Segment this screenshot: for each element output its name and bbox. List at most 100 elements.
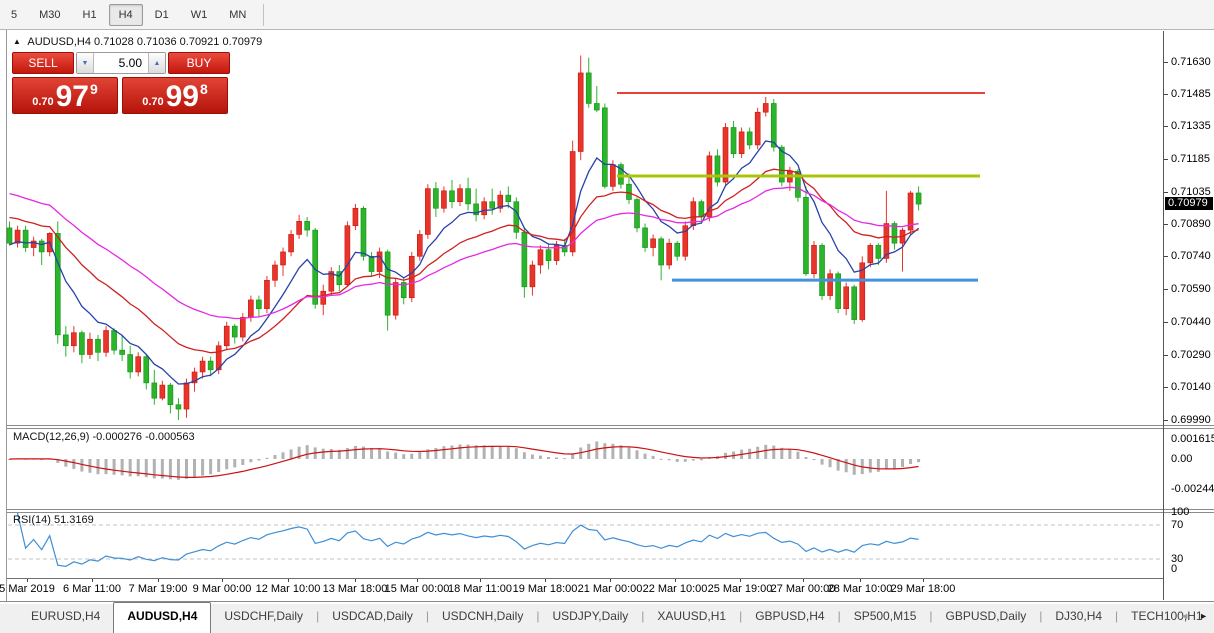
price-axis-label: 0.71035 — [1171, 186, 1211, 198]
timeframe-button-h4[interactable]: H4 — [109, 4, 143, 26]
price-axis-label: 0.70590 — [1171, 283, 1211, 295]
volume-input[interactable]: 5.00 — [94, 53, 148, 73]
time-tick — [545, 579, 546, 582]
axis-tick — [1164, 159, 1168, 160]
pane-separator[interactable] — [7, 425, 1214, 426]
price-axis-label: 0.71485 — [1171, 88, 1211, 100]
macd-axis-label: 0.00 — [1171, 453, 1192, 465]
symbol-tab-usdcaddaily[interactable]: USDCAD,Daily — [319, 604, 426, 633]
axis-tick — [1164, 355, 1168, 356]
timeframe-toolbar: 5M30H1H4D1W1MN — [0, 0, 1214, 30]
axis-tick — [1164, 62, 1168, 63]
rsi-axis-label: 100 — [1171, 506, 1189, 518]
current-price-marker: 0.70979 — [1165, 197, 1213, 210]
axis-tick — [1164, 420, 1168, 421]
time-axis-label: 28 Mar 10:00 — [828, 583, 893, 595]
symbol-tab-gbpusddaily[interactable]: GBPUSD,Daily — [933, 604, 1040, 633]
symbol-tab-usdcnhdaily[interactable]: USDCNH,Daily — [429, 604, 536, 633]
macd-axis-label: -0.002443 — [1171, 483, 1214, 495]
time-tick — [27, 579, 28, 582]
symbol-tab-sp500m15[interactable]: SP500,M15 — [841, 604, 930, 633]
price-axis[interactable]: 0.70979 0.716300.714850.713350.711850.71… — [1164, 31, 1214, 600]
collapse-triangle-icon[interactable]: ▲ — [13, 37, 21, 46]
time-axis-label: 19 Mar 18:00 — [513, 583, 578, 595]
price-axis-label: 0.70890 — [1171, 218, 1211, 230]
buy-price-main: 99 — [166, 82, 199, 112]
price-axis-label: 0.69990 — [1171, 414, 1211, 426]
price-axis-label: 0.71335 — [1171, 120, 1211, 132]
time-axis-label: 25 Mar 19:00 — [708, 583, 773, 595]
timeframe-button-5[interactable]: 5 — [1, 4, 27, 26]
volume-spinner: ▼ 5.00 ▲ — [76, 52, 166, 74]
time-axis-label: 6 Mar 11:00 — [63, 583, 121, 595]
time-tick — [222, 579, 223, 582]
buy-price-display[interactable]: 0.70 99 8 — [122, 77, 228, 114]
time-axis[interactable]: 5 Mar 20196 Mar 11:007 Mar 19:009 Mar 00… — [7, 578, 1163, 601]
timeframe-button-m30[interactable]: M30 — [29, 4, 70, 26]
price-axis-label: 0.70440 — [1171, 316, 1211, 328]
time-tick — [923, 579, 924, 582]
timeframe-button-w1[interactable]: W1 — [181, 4, 218, 26]
rsi-value: 51.3169 — [54, 514, 94, 526]
rsi-axis-label: 0 — [1171, 563, 1177, 575]
tab-scroll-left-icon[interactable]: ◄ — [1180, 610, 1189, 622]
trading-platform-window: 5M30H1H4D1W1MN ▲ AUDUSD,H4 0.71028 0.710… — [0, 0, 1214, 633]
price-axis-label: 0.70740 — [1171, 250, 1211, 262]
buy-price-prefix: 0.70 — [142, 96, 163, 108]
symbol-tab-dj30h4[interactable]: DJ30,H4 — [1042, 604, 1115, 633]
symbol-tab-usdchfdaily[interactable]: USDCHF,Daily — [211, 604, 316, 633]
sell-price-main: 97 — [56, 82, 89, 112]
time-tick — [288, 579, 289, 582]
time-axis-label: 18 Mar 11:00 — [448, 583, 512, 595]
symbol-tab-xauusdh1[interactable]: XAUUSD,H1 — [644, 604, 739, 633]
time-axis-label: 7 Mar 19:00 — [129, 583, 188, 595]
time-axis-label: 21 Mar 00:00 — [578, 583, 643, 595]
time-tick — [610, 579, 611, 582]
time-tick — [92, 579, 93, 582]
price-axis-label: 0.70290 — [1171, 349, 1211, 361]
rsi-axis-label: 70 — [1171, 519, 1183, 531]
time-tick — [355, 579, 356, 582]
tab-scroll-arrows: ◄ ► — [1180, 610, 1208, 622]
timeframe-button-h1[interactable]: H1 — [73, 4, 107, 26]
one-click-trading-widget: SELL ▼ 5.00 ▲ BUY 0.70 97 9 0.70 99 8 — [12, 52, 232, 114]
time-axis-label: 29 Mar 18:00 — [891, 583, 956, 595]
buy-button[interactable]: BUY — [168, 52, 230, 74]
chart-ohlc-values: 0.71028 0.71036 0.70921 0.70979 — [94, 36, 262, 48]
axis-tick — [1164, 387, 1168, 388]
chart-header: ▲ AUDUSD,H4 0.71028 0.71036 0.70921 0.70… — [13, 36, 262, 48]
time-axis-label: 15 Mar 00:00 — [385, 583, 450, 595]
symbol-tab-eurusdh4[interactable]: EURUSD,H4 — [18, 604, 113, 633]
chart-symbol-label: AUDUSD,H4 — [27, 36, 91, 48]
symbol-tab-gbpusdh4[interactable]: GBPUSD,H4 — [742, 604, 837, 633]
volume-decrease-button[interactable]: ▼ — [77, 53, 94, 73]
axis-tick — [1164, 192, 1168, 193]
timeframe-button-mn[interactable]: MN — [219, 4, 256, 26]
price-axis-label: 0.70140 — [1171, 381, 1211, 393]
macd-axis-label: 0.001615 — [1171, 433, 1214, 445]
axis-tick — [1164, 224, 1168, 225]
rsi-indicator-label: RSI(14) 51.3169 — [13, 514, 94, 526]
symbol-tab-bar: EURUSD,H4AUDUSD,H4USDCHF,Daily|USDCAD,Da… — [0, 604, 1214, 633]
pane-separator[interactable] — [7, 509, 1214, 510]
symbol-tab-usdjpydaily[interactable]: USDJPY,Daily — [539, 604, 641, 633]
tab-scroll-right-icon[interactable]: ► — [1199, 610, 1208, 622]
sell-price-display[interactable]: 0.70 97 9 — [12, 77, 118, 114]
sell-button[interactable]: SELL — [12, 52, 74, 74]
time-axis-label: 9 Mar 00:00 — [193, 583, 252, 595]
time-tick — [158, 579, 159, 582]
time-tick — [803, 579, 804, 582]
timeframe-button-d1[interactable]: D1 — [145, 4, 179, 26]
time-tick — [740, 579, 741, 582]
pane-separator[interactable] — [7, 428, 1214, 429]
time-axis-label: 13 Mar 18:00 — [323, 583, 388, 595]
time-tick — [480, 579, 481, 582]
symbol-tab-audusdh4[interactable]: AUDUSD,H4 — [113, 602, 211, 633]
volume-increase-button[interactable]: ▲ — [148, 53, 165, 73]
axis-tick — [1164, 126, 1168, 127]
price-axis-label: 0.71630 — [1171, 56, 1211, 68]
time-axis-label: 12 Mar 10:00 — [256, 583, 321, 595]
pane-separator[interactable] — [7, 512, 1214, 513]
axis-tick — [1164, 94, 1168, 95]
axis-tick — [1164, 256, 1168, 257]
